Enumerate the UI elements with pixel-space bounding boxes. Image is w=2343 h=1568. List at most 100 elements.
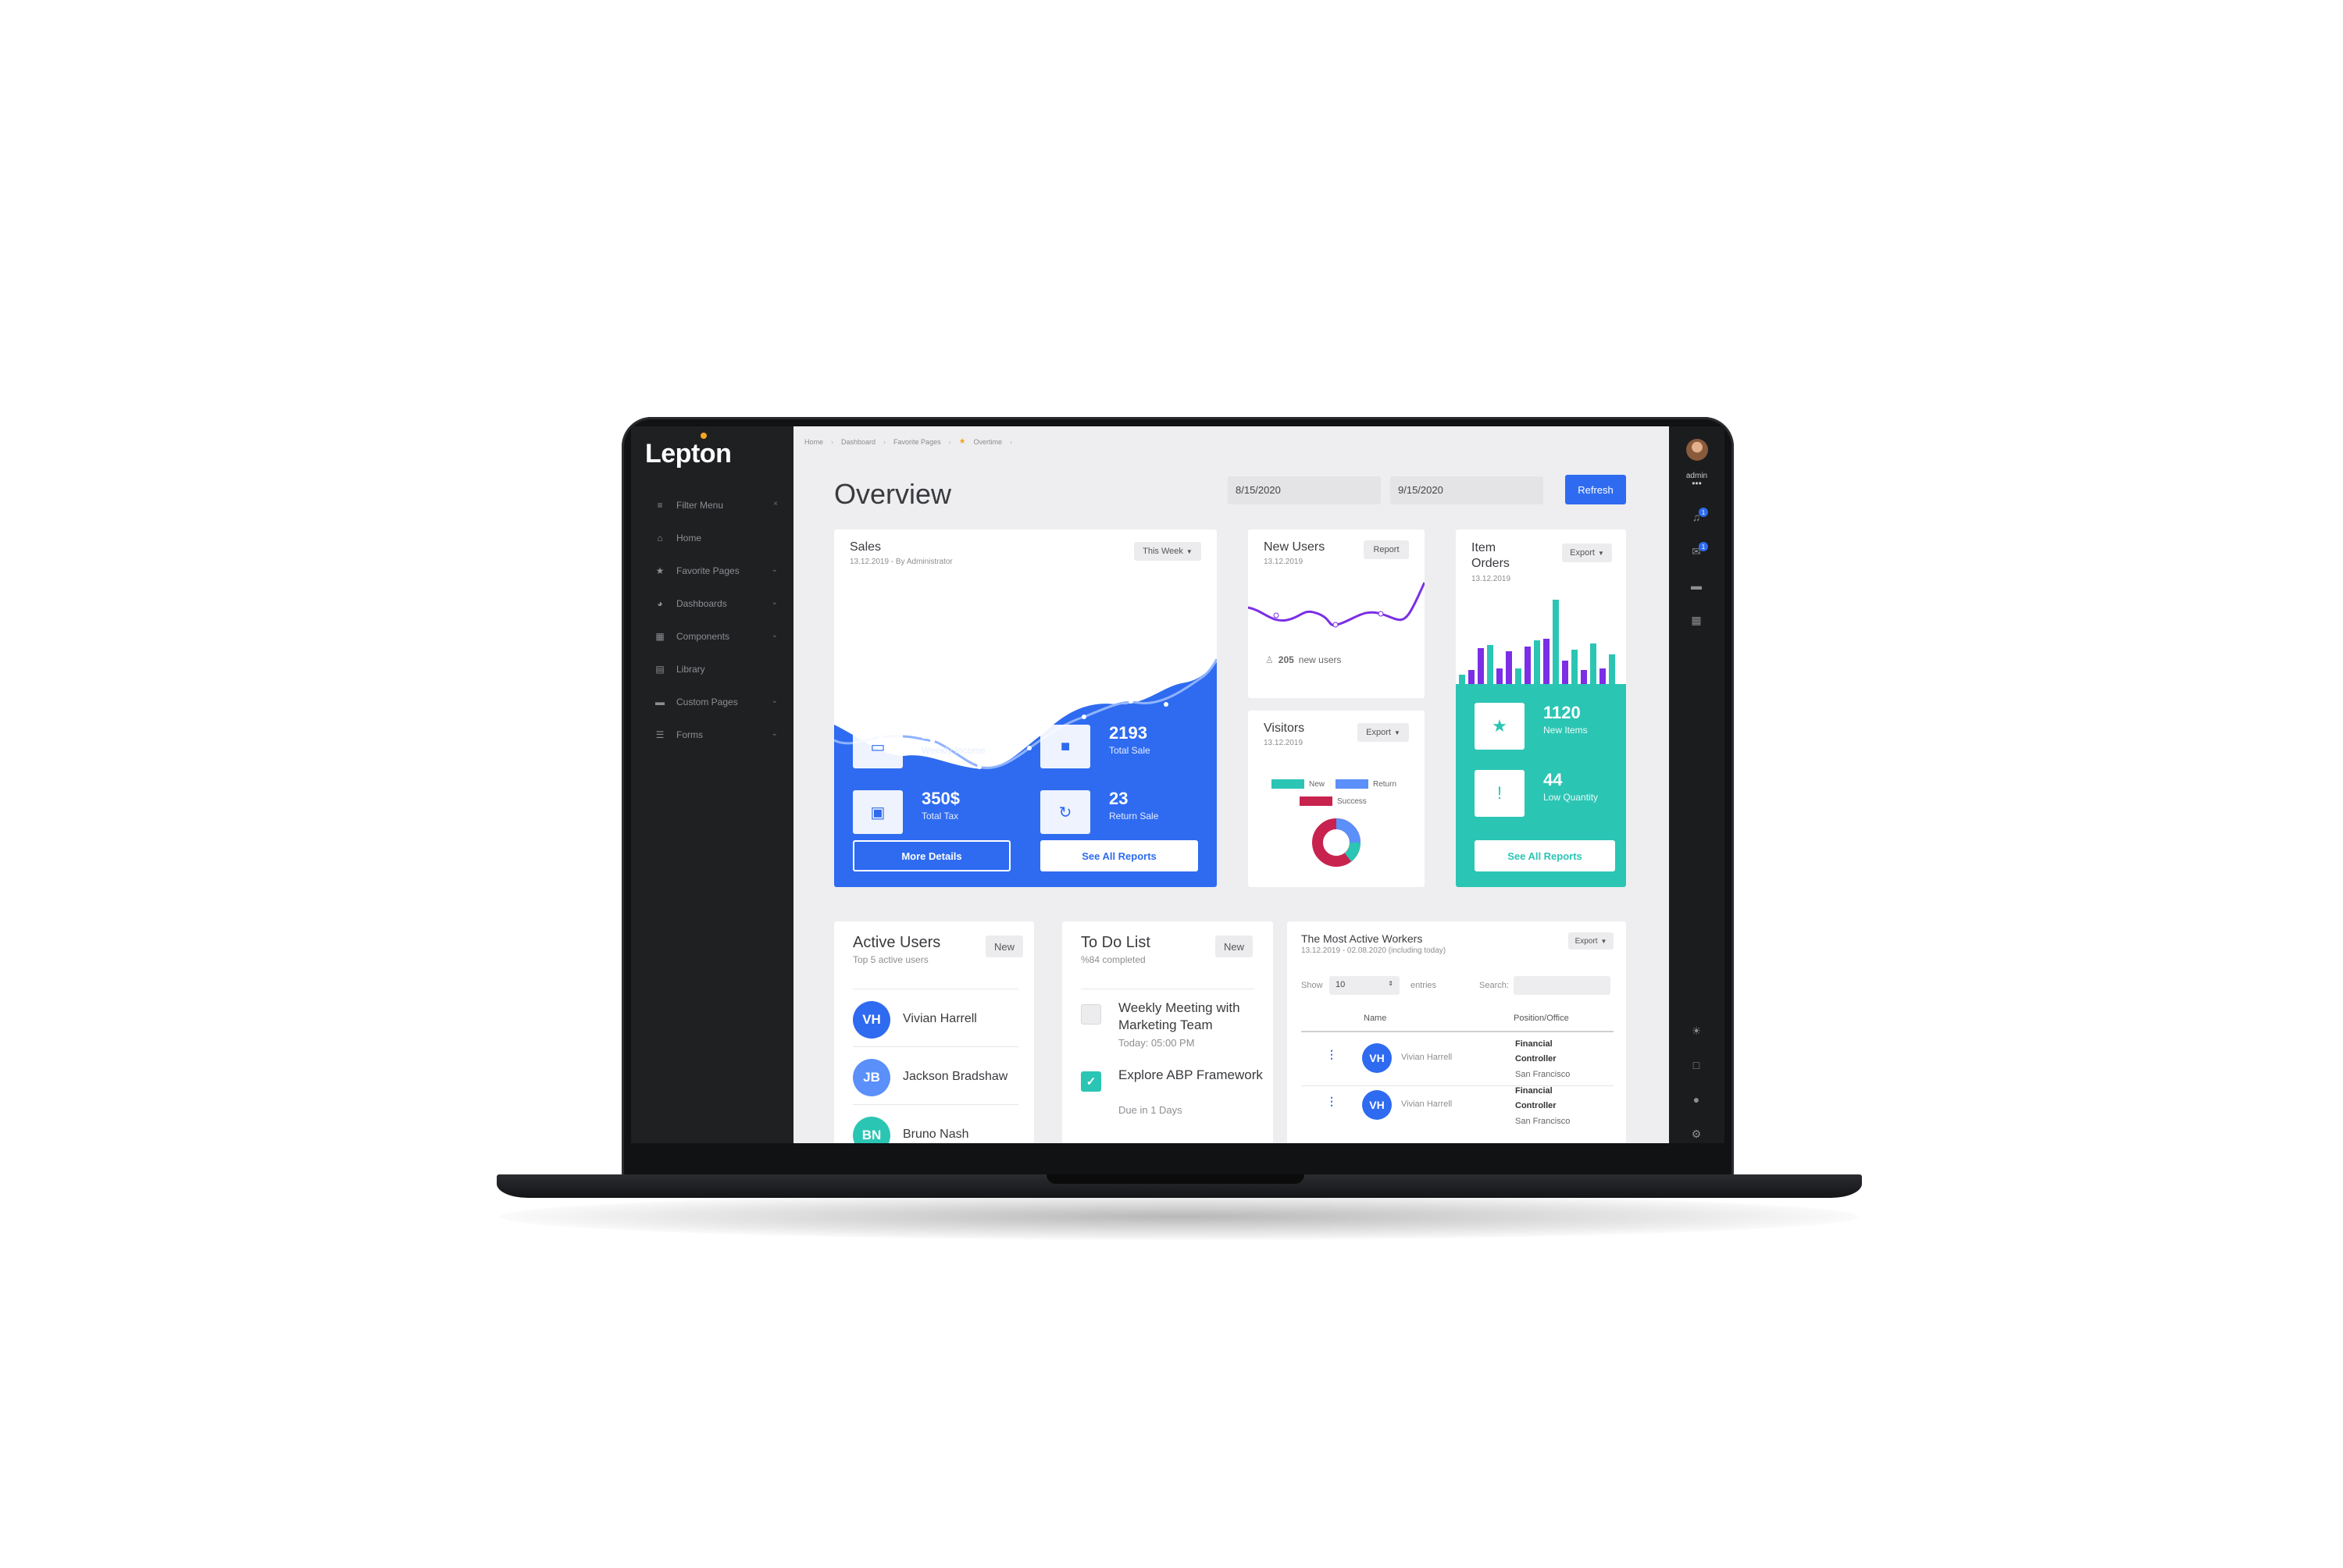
sidebar-item-components[interactable]: ▦ Components ⌄ bbox=[631, 620, 793, 653]
brand-logo[interactable]: Lepton bbox=[645, 439, 732, 469]
sales-point bbox=[1082, 715, 1086, 719]
column-header-name[interactable]: Name bbox=[1364, 1014, 1386, 1023]
globe-icon[interactable]: ● bbox=[1689, 1092, 1704, 1107]
sidebar-item-library[interactable]: ▤ Library bbox=[631, 653, 793, 686]
todo-checkbox-checked[interactable]: ✓ bbox=[1081, 1071, 1101, 1092]
sidebar-item-label: Library bbox=[676, 664, 705, 675]
workers-export-dropdown[interactable]: Export ▼ bbox=[1568, 932, 1614, 950]
table-header-divider bbox=[1301, 1031, 1614, 1032]
visitors-donut-chart bbox=[1312, 818, 1361, 867]
item-orders-card: Item Orders 13.12.2019 Export ▼ ★ 1120 N… bbox=[1456, 529, 1626, 887]
item-orders-export-dropdown[interactable]: Export ▼ bbox=[1562, 543, 1612, 562]
row-menu-icon[interactable]: ⋮ bbox=[1326, 1048, 1337, 1061]
calendar-icon[interactable]: ▦ bbox=[1689, 612, 1704, 628]
column-header-position[interactable]: Position/Office bbox=[1514, 1014, 1569, 1023]
settings-icon[interactable]: ⚙ bbox=[1689, 1126, 1704, 1142]
legend-new: New bbox=[1271, 779, 1325, 789]
chevron-down-icon: ⌄ bbox=[771, 598, 778, 607]
todo-title: To Do List bbox=[1081, 934, 1150, 951]
entries-select[interactable]: 10 ⇕ bbox=[1329, 976, 1400, 995]
bar bbox=[1534, 640, 1540, 686]
avatar[interactable]: VH bbox=[853, 1001, 890, 1039]
report-button[interactable]: Report bbox=[1364, 540, 1409, 559]
visitors-export-dropdown[interactable]: Export ▼ bbox=[1357, 723, 1409, 742]
laptop-shadow bbox=[500, 1193, 1859, 1240]
star-icon: ★ bbox=[655, 565, 665, 576]
briefcase-icon[interactable]: ▬ bbox=[1689, 578, 1704, 593]
new-user-button[interactable]: New bbox=[986, 935, 1023, 957]
breadcrumb-current: Overtime bbox=[973, 437, 1003, 446]
pie-chart-icon: ◕ bbox=[657, 598, 663, 609]
refresh-button[interactable]: Refresh bbox=[1565, 475, 1626, 504]
home-icon: ⌂ bbox=[657, 533, 663, 543]
export-label: Export bbox=[1570, 548, 1595, 558]
bar bbox=[1553, 600, 1559, 686]
legend-label-new: New bbox=[1309, 779, 1325, 789]
new-users-point bbox=[1273, 612, 1279, 618]
active-users-card: Active Users Top 5 active users New VH V… bbox=[834, 921, 1034, 1143]
low-quantity-value: 44 bbox=[1543, 770, 1563, 789]
sidebar-nav: ≡ Filter Menu × ⌂ Home ★ Favorite Pages … bbox=[631, 489, 793, 751]
app-screen: Lepton ≡ Filter Menu × ⌂ Home ★ Favorite… bbox=[631, 426, 1724, 1143]
worker-name[interactable]: Vivian Harrell bbox=[1401, 1053, 1452, 1062]
todo-item-title[interactable]: Explore ABP Framework bbox=[1118, 1067, 1273, 1084]
more-details-button[interactable]: More Details bbox=[853, 840, 1011, 871]
export-label: Export bbox=[1366, 728, 1391, 737]
new-users-line bbox=[1248, 582, 1425, 627]
item-orders-see-all-button[interactable]: See All Reports bbox=[1475, 840, 1615, 871]
more-dots-icon[interactable]: ••• bbox=[1669, 478, 1724, 489]
worker-office: San Francisco bbox=[1515, 1117, 1571, 1126]
sidebar-item-favorite-pages[interactable]: ★ Favorite Pages ⌄ bbox=[631, 554, 793, 587]
visitors-card: Visitors 13.12.2019 Export ▼ New Return … bbox=[1248, 711, 1425, 887]
return-sale-label: Return Sale bbox=[1109, 811, 1159, 821]
user-name[interactable]: Jackson Bradshaw bbox=[903, 1070, 1007, 1084]
undo-icon: ↻ bbox=[1040, 790, 1090, 834]
worker-office: San Francisco bbox=[1515, 1070, 1571, 1079]
breadcrumb-dashboard[interactable]: Dashboard bbox=[841, 438, 876, 446]
date-from-input[interactable]: 8/15/2020 bbox=[1228, 476, 1381, 504]
sidebar-item-dashboards[interactable]: ◕ Dashboards ⌄ bbox=[631, 587, 793, 620]
sidebar-item-forms[interactable]: ☰ Forms ⌄ bbox=[631, 718, 793, 751]
caret-down-icon: ▼ bbox=[1600, 937, 1607, 945]
todo-checkbox[interactable] bbox=[1081, 1004, 1101, 1025]
sales-point bbox=[977, 764, 982, 769]
new-users-card: New Users 13.12.2019 Report ♙ 205 new us… bbox=[1248, 529, 1425, 698]
sidebar-item-label: Dashboards bbox=[676, 598, 727, 609]
bar bbox=[1599, 668, 1606, 686]
layout-icon[interactable]: □ bbox=[1689, 1057, 1704, 1073]
sidebar-item-filter-menu[interactable]: ≡ Filter Menu × bbox=[631, 489, 793, 522]
entries-value: 10 bbox=[1336, 980, 1346, 989]
new-todo-button[interactable]: New bbox=[1215, 935, 1253, 957]
avatar[interactable]: JB bbox=[853, 1059, 890, 1096]
sidebar: Lepton ≡ Filter Menu × ⌂ Home ★ Favorite… bbox=[631, 426, 793, 1143]
row-menu-icon[interactable]: ⋮ bbox=[1326, 1095, 1337, 1108]
new-users-subtitle: 13.12.2019 bbox=[1264, 558, 1303, 566]
sidebar-item-custom-pages[interactable]: ▬ Custom Pages ⌄ bbox=[631, 686, 793, 718]
money-icon: ▣ bbox=[853, 790, 903, 834]
new-users-count-value: 205 bbox=[1278, 654, 1294, 665]
search-input[interactable] bbox=[1514, 976, 1610, 995]
sidebar-item-label: Custom Pages bbox=[676, 697, 738, 707]
bar bbox=[1581, 670, 1587, 686]
see-all-reports-button[interactable]: See All Reports bbox=[1040, 840, 1198, 871]
period-dropdown[interactable]: This Week ▼ bbox=[1134, 542, 1201, 561]
user-avatar[interactable] bbox=[1686, 439, 1708, 461]
brightness-icon[interactable]: ☀ bbox=[1689, 1023, 1704, 1039]
date-to-input[interactable]: 9/15/2020 bbox=[1390, 476, 1543, 504]
user-name[interactable]: Bruno Nash bbox=[903, 1128, 969, 1142]
clear-filter-icon[interactable]: × bbox=[773, 500, 778, 508]
worker-position-line1: Financial bbox=[1515, 1039, 1553, 1049]
user-icon: ♙ bbox=[1265, 654, 1274, 665]
sidebar-item-home[interactable]: ⌂ Home bbox=[631, 522, 793, 554]
breadcrumb-separator-icon: › bbox=[1010, 437, 1013, 446]
todo-item-title[interactable]: Weekly Meeting with Marketing Team bbox=[1118, 1000, 1273, 1034]
worker-name[interactable]: Vivian Harrell bbox=[1401, 1099, 1452, 1109]
show-label: Show bbox=[1301, 981, 1323, 990]
worker-position-line2: Controller bbox=[1515, 1101, 1557, 1110]
user-name[interactable]: Vivian Harrell bbox=[903, 1012, 977, 1026]
weekly-income-label: Weekly Income bbox=[922, 745, 986, 756]
avatar[interactable]: BN bbox=[853, 1117, 890, 1143]
breadcrumb-favorite-pages[interactable]: Favorite Pages bbox=[893, 438, 941, 446]
breadcrumb-home[interactable]: Home bbox=[804, 438, 823, 446]
chevron-down-icon: ⌄ bbox=[771, 729, 778, 738]
